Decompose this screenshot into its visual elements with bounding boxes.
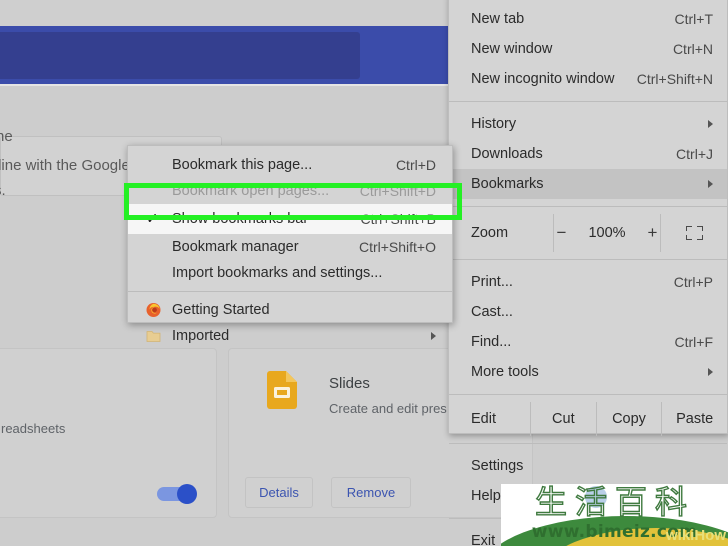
chrome-main-menu[interactable]: New tab Ctrl+T New window Ctrl+N New inc… [448,0,728,546]
menu-item-downloads[interactable]: Downloads Ctrl+J [449,139,727,169]
zoom-in-button[interactable]: + [648,223,658,243]
menu-separator-2 [449,206,727,207]
submenu-separator [128,291,452,292]
submenu-item-bookmark-open-pages-label: Bookmark open pages... [172,183,330,199]
submenu-item-import-bookmarks-and-settings-label: Import bookmarks and settings... [172,265,383,281]
menu-edit-copy[interactable]: Copy [597,402,663,436]
menu-item-new-tab-label: New tab [471,11,525,27]
app-card-sheets[interactable]: readsheets [0,348,217,518]
checkmark-icon: ✓ [146,210,159,228]
submenu-item-bookmark-manager[interactable]: Bookmark manager Ctrl+Shift+O [128,234,452,260]
menu-edit-paste[interactable]: Paste [662,402,727,436]
zoom-level-value: 100% [588,225,626,241]
submenu-item-show-bookmarks-bar-accel: Ctrl+Shift+B [360,211,436,227]
menu-edit-label: Edit [449,402,531,436]
submenu-item-bookmark-manager-accel: Ctrl+Shift+O [358,239,436,255]
chevron-right-icon [708,120,713,128]
app-card-sheets-desc: readsheets [1,421,66,436]
menu-item-print-accel: Ctrl+P [673,274,713,290]
bookmark-entry-imported-label: Imported [172,328,230,344]
zoom-out-button[interactable]: − [557,223,567,243]
slides-icon [267,371,297,409]
bookmarks-submenu[interactable]: Bookmark this page... Ctrl+D Bookmark op… [127,145,453,344]
menu-zoom-controls[interactable]: − 100% + [553,214,661,252]
menu-separator-1 [449,101,727,102]
menu-item-new-tab-accel: Ctrl+T [674,11,714,27]
menu-item-find-accel: Ctrl+F [674,334,714,350]
background-text-line-3: s. [0,182,6,199]
folder-icon [146,329,161,344]
menu-item-bookmarks[interactable]: Bookmarks [449,169,727,199]
watermark: 生活百科 www.bimeiz.com wikiHow [501,484,728,546]
submenu-item-bookmark-open-pages-accel: Ctrl+Shift+D [359,183,436,199]
menu-separator-4 [449,394,727,395]
chevron-right-icon [431,332,436,340]
chevron-right-icon [708,180,713,188]
browser-toolbar-strip [0,0,458,26]
menu-item-new-incognito-window-label: New incognito window [471,71,615,87]
app-card-slides-desc: Create and edit pres [329,401,447,416]
toggle-knob [177,484,197,504]
menu-separator-5 [449,443,727,444]
menu-item-history-label: History [471,116,517,132]
bookmark-entry-getting-started-label: Getting Started [172,302,270,318]
chevron-right-icon [708,368,713,376]
menu-item-print[interactable]: Print... Ctrl+P [449,267,727,297]
menu-item-bookmarks-label: Bookmarks [471,176,544,192]
app-card-sheets-toggle[interactable] [157,484,197,504]
background-text-line-1: ne [0,128,13,145]
menu-item-new-window[interactable]: New window Ctrl+N [449,34,727,64]
menu-separator-3 [449,259,727,260]
submenu-item-bookmark-open-pages: Bookmark open pages... Ctrl+Shift+D [128,178,452,204]
menu-zoom-label: Zoom [471,225,509,241]
menu-edit-row[interactable]: Edit Cut Copy Paste [449,402,727,436]
page-banner [0,26,458,85]
submenu-item-import-bookmarks-and-settings[interactable]: Import bookmarks and settings... [128,260,452,286]
menu-item-settings[interactable]: Settings [449,451,727,481]
details-button[interactable]: Details [245,477,313,508]
remove-button[interactable]: Remove [331,477,411,508]
bookmark-entry-imported[interactable]: Imported [128,323,452,349]
submenu-item-show-bookmarks-bar[interactable]: ✓ Show bookmarks bar Ctrl+Shift+B [128,204,452,234]
menu-item-new-incognito-window[interactable]: New incognito window Ctrl+Shift+N [449,64,727,94]
fullscreen-button[interactable] [661,214,727,252]
menu-item-find-label: Find... [471,334,512,350]
menu-zoom-row[interactable]: Zoom − 100% + [449,214,727,252]
menu-item-more-tools[interactable]: More tools [449,357,727,387]
page-banner-inner [0,32,360,79]
submenu-item-show-bookmarks-bar-label: Show bookmarks bar [172,211,309,227]
watermark-chinese-title: 生活百科 [534,484,695,521]
menu-item-more-tools-label: More tools [471,364,539,380]
bookmark-entry-getting-started[interactable]: Getting Started [128,297,452,323]
menu-item-print-label: Print... [471,274,513,290]
menu-item-new-incognito-window-accel: Ctrl+Shift+N [636,71,713,87]
background-text-line-2: ffline with the Google [0,157,130,174]
fullscreen-icon [685,226,703,240]
menu-item-new-window-accel: Ctrl+N [672,41,713,57]
watermark-ghost-text: wikiHow [665,527,726,544]
submenu-item-bookmark-this-page-accel: Ctrl+D [395,157,436,173]
menu-item-downloads-accel: Ctrl+J [676,146,713,162]
menu-item-settings-label: Settings [471,458,524,474]
menu-edit-cut[interactable]: Cut [531,402,597,436]
screenshot-root: ne ffline with the Google s. readsheets … [0,0,728,546]
menu-item-downloads-label: Downloads [471,146,543,162]
menu-item-cast-label: Cast... [471,304,513,320]
menu-item-history[interactable]: History [449,109,727,139]
submenu-item-bookmark-this-page-label: Bookmark this page... [172,157,313,173]
menu-item-new-window-label: New window [471,41,553,57]
menu-item-new-tab[interactable]: New tab Ctrl+T [449,4,727,34]
submenu-item-bookmark-manager-label: Bookmark manager [172,239,299,255]
firefox-icon [146,303,161,318]
menu-item-find[interactable]: Find... Ctrl+F [449,327,727,357]
submenu-item-bookmark-this-page[interactable]: Bookmark this page... Ctrl+D [128,152,452,178]
app-card-slides-title: Slides [329,375,370,392]
menu-item-cast[interactable]: Cast... [449,297,727,327]
